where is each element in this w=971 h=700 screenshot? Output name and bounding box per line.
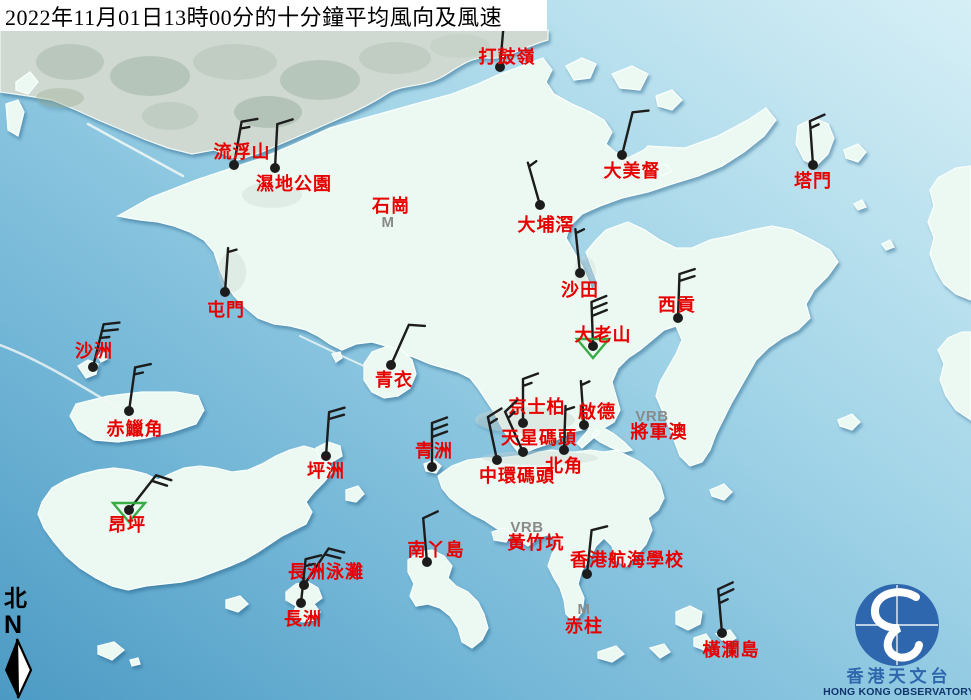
station-label: 橫瀾島	[703, 639, 760, 660]
station-label: 昂坪	[108, 515, 146, 535]
station-label: 赤柱	[565, 615, 603, 636]
station-dot[interactable]	[535, 200, 545, 210]
hong-kong-wind-map-canvas: 打鼓嶺流浮山濕地公園屯門 M石崗 大美督大埔滘 塔門沙田西貢大老山沙洲青衣赤鱲角坪洲昂…	[0, 0, 971, 700]
station-dot[interactable]	[88, 362, 98, 372]
station-dot[interactable]	[575, 268, 585, 278]
station-dot[interactable]	[518, 418, 528, 428]
hko-logo-name-en: HONG KONG OBSERVATORY	[823, 686, 971, 698]
station-label: 啟德	[578, 401, 616, 422]
title-bar: 2022年11月01日13時00分的十分鐘平均風向及風速	[0, 0, 547, 31]
status-M: M	[382, 214, 395, 231]
station-label: 塔門	[794, 170, 832, 191]
station-label: 香港航海學校	[569, 549, 684, 570]
station-label: 中環碼頭	[479, 465, 555, 486]
compass-north-zh-label: 北	[4, 586, 27, 611]
compass-north-letter: N	[4, 611, 22, 639]
station-dot[interactable]	[427, 462, 437, 472]
station-dot[interactable]	[582, 569, 592, 579]
station-label: 京士柏	[509, 396, 566, 417]
station-label: 南丫島	[408, 539, 465, 560]
hko-wind-map-window: 打鼓嶺流浮山濕地公園屯門 M石崗 大美督大埔滘 塔門沙田西貢大老山沙洲青衣赤鱲角坪洲昂…	[0, 0, 971, 700]
station-label: 大美督	[604, 160, 661, 181]
station-dot[interactable]	[808, 160, 818, 170]
station-label: 赤鱲角	[107, 418, 164, 439]
station-label: 黃竹坑	[507, 532, 565, 553]
station-label: 濕地公園	[256, 173, 332, 194]
station-label: 打鼓嶺	[479, 46, 536, 67]
station-label: 石崗	[371, 195, 410, 216]
map-title: 2022年11月01日13時00分的十分鐘平均風向及風速	[5, 0, 502, 32]
station-label: 沙田	[561, 280, 599, 300]
station-label: 坪洲	[307, 461, 345, 481]
station-label: 沙洲	[75, 341, 113, 361]
station-dot[interactable]	[559, 445, 569, 455]
station-label: 西貢	[658, 295, 696, 315]
station-label: 長洲泳灘	[288, 561, 364, 582]
station-label: 北角	[545, 455, 583, 476]
station-dot[interactable]	[270, 163, 280, 173]
station-dot[interactable]	[617, 150, 627, 160]
station-dot[interactable]	[124, 406, 134, 416]
station-dot[interactable]	[321, 451, 331, 461]
station-dot[interactable]	[492, 455, 502, 465]
station-dot[interactable]	[518, 447, 528, 457]
station-dot[interactable]	[717, 628, 727, 638]
station-dot[interactable]	[296, 598, 306, 608]
station-label: 將軍澳	[631, 421, 688, 442]
station-dot[interactable]	[124, 505, 134, 515]
station-label: 屯門	[207, 299, 245, 320]
station-label: 流浮山	[214, 141, 271, 162]
station-label: 青衣	[375, 369, 413, 390]
hko-logo-name-zh: 香港天文台	[847, 666, 952, 686]
station-dot[interactable]	[220, 287, 230, 297]
station-dot[interactable]	[386, 360, 396, 370]
station-label: 青洲	[415, 441, 453, 461]
station-label: 大埔滘	[518, 214, 575, 235]
station-label: 大老山	[575, 324, 632, 345]
station-label: 長洲	[284, 609, 322, 629]
